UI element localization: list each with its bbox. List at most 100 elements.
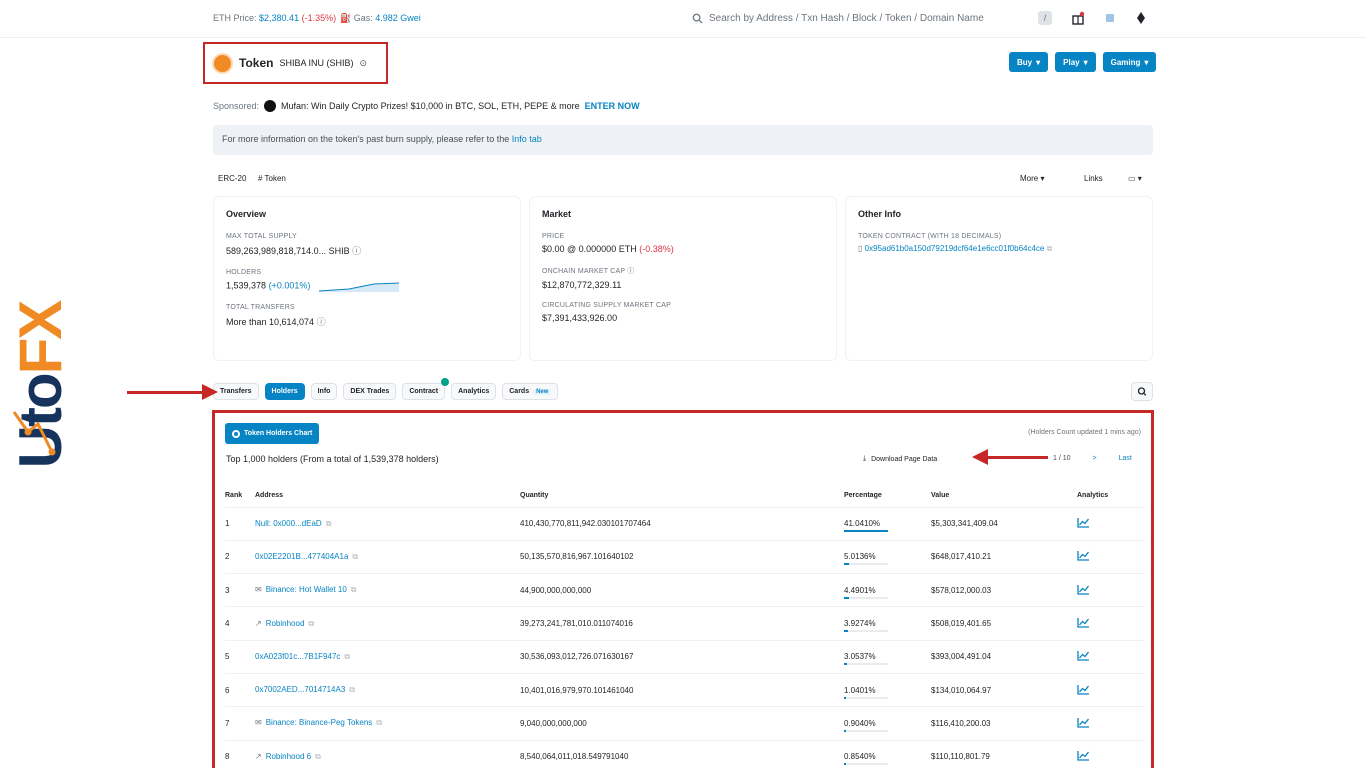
analytics-chart-icon[interactable] xyxy=(1077,617,1090,628)
holder-address-link[interactable]: 0xA023f01c...7B1F947c xyxy=(255,652,340,661)
tab-dex-trades[interactable]: DEX Trades xyxy=(343,383,397,400)
token-tag[interactable]: # Token xyxy=(258,174,286,183)
column-header-address: Address xyxy=(255,492,284,500)
copy-icon[interactable]: ⧉ xyxy=(351,585,357,594)
holder-address-link[interactable]: 0x02E2201B...477404A1a xyxy=(255,552,348,561)
gift-icon[interactable] xyxy=(1071,11,1085,25)
analytics-chart-icon[interactable] xyxy=(1077,650,1090,661)
token-holders-chart-button[interactable]: Token Holders Chart xyxy=(225,423,320,444)
analytics-chart-icon[interactable] xyxy=(1077,750,1090,762)
analytics-cell[interactable] xyxy=(1077,506,1145,541)
analytics-cell[interactable] xyxy=(1077,639,1145,674)
play-button[interactable]: Play ▾ xyxy=(1055,52,1096,72)
address-cell[interactable]: 0xA023f01c...7B1F947c ⧉ xyxy=(255,639,520,674)
copy-icon[interactable]: ⧉ xyxy=(308,619,314,628)
eth-price-value[interactable]: $2,380.41 xyxy=(259,13,299,23)
contract-address-link[interactable]: 0x95ad61b0a150d79219dcf64e1e6cc01f0b64c4… xyxy=(865,244,1045,253)
next-page-button[interactable]: > xyxy=(1093,455,1097,462)
buy-button[interactable]: Buy ▾ xyxy=(1009,52,1049,72)
rank-cell: 7 xyxy=(225,706,255,741)
address-cell[interactable]: ✉ Binance: Hot Wallet 10 ⧉ xyxy=(255,573,520,607)
shiba-token-logo xyxy=(212,52,233,74)
address-cell[interactable]: 0x02E2201B...477404A1a ⧉ xyxy=(255,539,520,574)
copy-icon[interactable]: ⧉ xyxy=(1047,244,1053,253)
sponsored-banner: Sponsored: Mufan: Win Daily Crypto Prize… xyxy=(213,100,640,112)
analytics-cell[interactable] xyxy=(1077,606,1145,641)
search-input[interactable]: Search by Address / Txn Hash / Block / T… xyxy=(688,7,1028,29)
more-dropdown[interactable]: More ▾ xyxy=(1020,174,1044,183)
address-cell[interactable]: ↗ Robinhood 6 ⧉ xyxy=(255,739,520,768)
holders-panel-highlight: Token Holders Chart (Holders Count updat… xyxy=(212,410,1154,768)
holder-address-link[interactable]: Null: 0x000...dEaD xyxy=(255,519,322,528)
analytics-cell[interactable] xyxy=(1077,706,1145,741)
percentage-bar-fill xyxy=(844,596,849,599)
percentage-cell: 41.0410% xyxy=(844,506,931,541)
percentage-bar-track xyxy=(844,630,888,633)
tab-search-button[interactable] xyxy=(1131,382,1153,401)
copy-icon[interactable]: ⧉ xyxy=(315,752,321,761)
holder-address-link[interactable]: 0x7002AED...7014714A3 xyxy=(255,685,345,694)
analytics-chart-icon[interactable] xyxy=(1077,517,1090,528)
percentage-value: 3.0537% xyxy=(844,652,876,662)
more-options-icon[interactable]: ▭ ▾ xyxy=(1128,174,1142,183)
token-header-highlight: Token SHIBA INU (SHIB) ⊙ xyxy=(203,42,388,84)
holders-stat: HOLDERS 1,539,378 (+0.001%) xyxy=(226,269,508,292)
analytics-chart-icon[interactable] xyxy=(1077,550,1090,562)
holder-address-link[interactable]: Robinhood 6 xyxy=(266,752,311,761)
analytics-cell[interactable] xyxy=(1077,573,1145,607)
copy-icon[interactable]: ⧉ xyxy=(349,685,355,694)
percentage-value: 3.9274% xyxy=(844,619,876,629)
holder-address-link[interactable]: Robinhood xyxy=(266,619,305,628)
copy-icon[interactable]: ⧉ xyxy=(376,718,382,727)
analytics-cell[interactable] xyxy=(1077,739,1145,768)
copy-icon[interactable]: ⧉ xyxy=(352,552,358,561)
tab-label: Info xyxy=(317,388,331,395)
token-name: SHIBA INU (SHIB) xyxy=(279,58,354,68)
address-cell[interactable]: ✉ Binance: Binance-Peg Tokens ⧉ xyxy=(255,706,520,741)
tab-analytics[interactable]: Analytics xyxy=(451,383,497,400)
holder-address-link[interactable]: Binance: Binance-Peg Tokens xyxy=(266,718,373,727)
download-label: Download Page Data xyxy=(871,455,938,463)
tab-contract[interactable]: Contract xyxy=(402,378,450,400)
last-page-button[interactable]: Last xyxy=(1119,455,1132,462)
analytics-chart-icon[interactable] xyxy=(1077,717,1090,728)
notice-text: For more information on the token's past… xyxy=(222,134,510,144)
tab-label: DEX Trades xyxy=(350,388,390,395)
tab-transfers[interactable]: Transfers xyxy=(213,383,259,400)
analytics-chart-icon[interactable] xyxy=(1077,584,1090,595)
info-icon[interactable]: ⓘ xyxy=(627,268,634,275)
copy-icon[interactable]: ⧉ xyxy=(344,652,350,661)
info-icon[interactable]: ⊙ xyxy=(359,58,367,69)
analytics-chart-icon[interactable] xyxy=(1077,684,1090,695)
analytics-cell[interactable] xyxy=(1077,539,1145,574)
download-page-data-link[interactable]: ⤓ Download Page Data xyxy=(863,455,937,463)
info-tab-link[interactable]: Info tab xyxy=(512,134,542,144)
ethereum-icon[interactable] xyxy=(1134,11,1148,25)
tab-info[interactable]: Info xyxy=(310,383,338,400)
info-icon[interactable]: ⓘ xyxy=(352,246,361,256)
tab-holders[interactable]: Holders xyxy=(264,383,305,400)
holder-address-link[interactable]: Binance: Hot Wallet 10 xyxy=(266,585,347,594)
gaming-button[interactable]: Gaming ▾ xyxy=(1102,52,1157,72)
info-icon[interactable]: ⓘ xyxy=(317,317,326,327)
copy-icon[interactable]: ⧉ xyxy=(326,519,332,528)
buy-button-label: Buy xyxy=(1017,57,1033,67)
cube-icon[interactable] xyxy=(1103,11,1117,25)
gas-value[interactable]: 4.982 Gwei xyxy=(375,13,421,23)
price-change: (-0.38%) xyxy=(639,244,674,254)
address-cell[interactable]: Null: 0x000...dEaD ⧉ xyxy=(255,506,520,541)
quantity-cell: 50,135,570,816,967.101640102 xyxy=(520,539,844,574)
tab-label: Holders xyxy=(271,388,298,395)
top-bar: ETH Price: $2,380.41 (-1.35%) ⛽ Gas: 4.9… xyxy=(0,0,1366,38)
links-dropdown[interactable]: Links xyxy=(1084,174,1103,183)
address-tag-icon: ✉ xyxy=(255,585,262,595)
sponsored-cta-link[interactable]: ENTER NOW xyxy=(585,101,640,111)
address-cell[interactable]: 0x7002AED...7014714A3 ⧉ xyxy=(255,672,520,707)
price-label: PRICE xyxy=(542,233,565,240)
tab-cards[interactable]: Cards New xyxy=(502,383,559,400)
contract-label: TOKEN CONTRACT (WITH 18 DECIMALS) xyxy=(858,233,1002,240)
analytics-cell[interactable] xyxy=(1077,672,1145,707)
column-header-value: Value xyxy=(931,492,950,500)
sponsored-text[interactable]: Mufan: Win Daily Crypto Prizes! $10,000 … xyxy=(281,101,580,111)
address-cell[interactable]: ↗ Robinhood ⧉ xyxy=(255,606,520,641)
